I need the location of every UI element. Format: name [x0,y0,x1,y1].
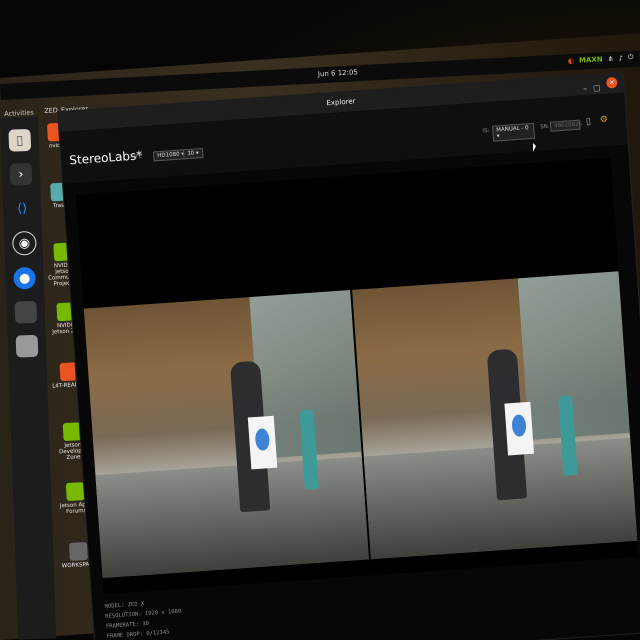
close-icon[interactable]: × [605,76,618,89]
network-icon[interactable]: ⋔ [607,54,613,62]
record-icon[interactable]: ▯ [586,117,592,127]
obs-icon[interactable]: ◉ [11,230,37,256]
power-mode-icon[interactable]: ◐ [568,56,575,64]
mouse-cursor [533,143,536,152]
camera-info-panel: MODEL: ZED X RESOLUTION: 1920 x 1080 FRA… [104,597,183,640]
power-icon[interactable]: ⏻ [628,53,634,62]
explorer-window: Explorer – ▢ × StereoLabs* LIVE HD1080 ▾… [58,72,640,640]
vscode-icon[interactable]: ⟨⟩ [11,197,34,220]
left-camera-image [83,290,369,579]
chromium-icon[interactable]: ● [13,266,36,290]
gear-icon[interactable]: ⚙ [600,115,609,126]
volume-icon[interactable]: ♪ [618,54,623,62]
clock[interactable]: Jun 6 12:05 [318,68,358,78]
window-title: Explorer [326,97,356,108]
serial-label: SN: [540,123,550,131]
desktop: Jun 6 12:05 ◐ MAXN ⋔ ♪ ⏻ Activities ZED_… [0,0,640,640]
mode-label: IS: [482,127,490,135]
files-icon[interactable]: ▯ [8,128,32,152]
live-indicator: LIVE [127,153,144,161]
drive-icon[interactable] [15,334,39,358]
serial-field[interactable]: 48020826 [549,119,582,132]
workspace-icon[interactable] [14,300,38,324]
terminal-icon[interactable]: › [9,162,33,186]
right-camera-image [352,271,638,560]
stereo-stream [83,271,638,579]
camera-view [75,157,639,594]
mode-select[interactable]: MANUAL - 0 ▾ [492,122,536,142]
fps-select[interactable]: 30 ▾ [182,148,204,160]
power-mode-label[interactable]: MAXN [579,55,603,64]
system-tray[interactable]: ◐ MAXN ⋔ ♪ ⏻ [568,53,634,65]
